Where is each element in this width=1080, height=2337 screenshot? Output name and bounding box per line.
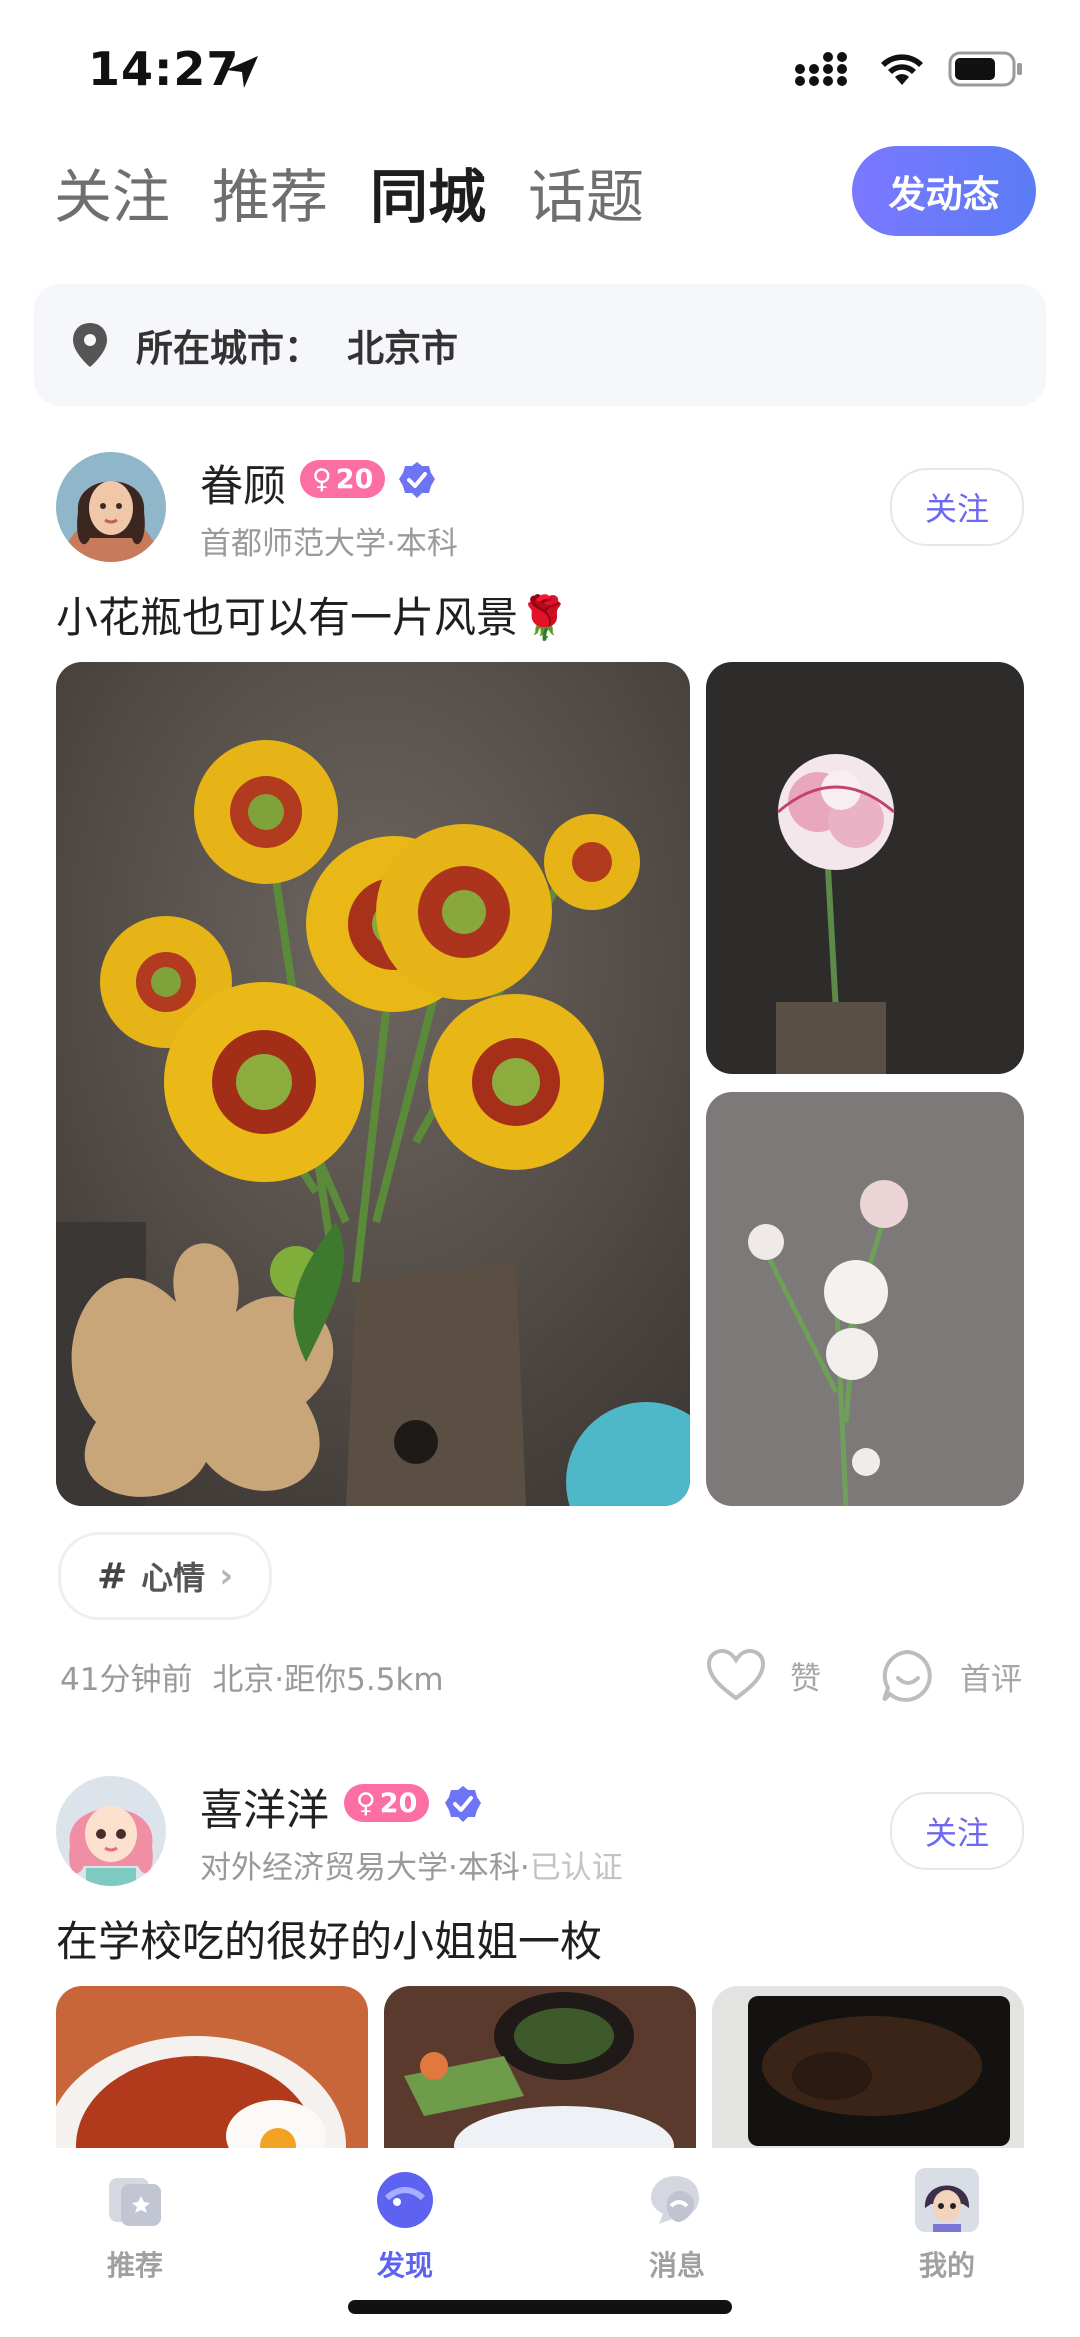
nav-recommend[interactable]: 推荐 bbox=[60, 2168, 210, 2284]
comment-label: 首评 bbox=[960, 1661, 1022, 1698]
profile-avatar-icon bbox=[915, 2168, 979, 2232]
comment-button[interactable]: 首评 bbox=[880, 1648, 1022, 1704]
post-image-food-3[interactable] bbox=[712, 1986, 1024, 2166]
feed-tabs: 关注 推荐 同城 话题 bbox=[54, 150, 644, 234]
post-content: 小花瓶也可以有一片风景🌹 bbox=[56, 593, 571, 642]
verified-badge-icon bbox=[399, 462, 435, 498]
post-time: 41分钟前 bbox=[60, 1662, 193, 1698]
heart-icon bbox=[706, 1648, 766, 1701]
message-icon bbox=[651, 2176, 699, 2224]
hashtag-icon: # bbox=[97, 1555, 128, 1597]
topic-label: 心情 bbox=[141, 1559, 206, 1597]
post-author-avatar[interactable] bbox=[56, 1776, 166, 1886]
city-value: 北京市 bbox=[347, 327, 458, 370]
age-value: 20 bbox=[335, 463, 374, 495]
city-label: 所在城市： bbox=[136, 327, 321, 370]
chevron-right-icon: › bbox=[219, 1556, 234, 1596]
wifi-icon bbox=[881, 54, 923, 85]
post-meta: 41分钟前 北京·距你5.5km bbox=[60, 1654, 444, 1699]
location-pin-icon bbox=[73, 323, 107, 367]
post-author-avatar[interactable] bbox=[56, 452, 166, 562]
tab-same-city[interactable]: 同城 bbox=[370, 150, 486, 234]
post-author-name[interactable]: 眷顾 bbox=[200, 452, 286, 514]
post-moment-button[interactable]: 发动态 bbox=[852, 146, 1036, 236]
status-icons bbox=[794, 50, 1024, 88]
location-arrow-icon bbox=[226, 56, 258, 88]
follow-button[interactable]: 关注 bbox=[890, 468, 1024, 546]
post-image-large[interactable] bbox=[56, 662, 690, 1506]
post-author-school: 对外经济贸易大学·本科·已认证 bbox=[200, 1842, 623, 1887]
gender-age-badge: ♀ 20 bbox=[344, 1784, 430, 1822]
female-icon: ♀ bbox=[312, 463, 332, 495]
verified-status: 已认证 bbox=[529, 1850, 623, 1886]
post-image-white-flowers[interactable] bbox=[706, 1092, 1024, 1506]
nav-discover[interactable]: 发现 bbox=[330, 2168, 480, 2284]
comment-icon bbox=[882, 1649, 932, 1702]
recommend-icon bbox=[109, 2178, 161, 2226]
home-indicator bbox=[348, 2300, 732, 2314]
follow-button[interactable]: 关注 bbox=[890, 1792, 1024, 1870]
cellular-signal-icon bbox=[795, 52, 847, 86]
city-selector[interactable]: 所在城市： 北京市 bbox=[34, 284, 1046, 406]
status-time: 14:27 bbox=[88, 42, 240, 96]
battery-icon bbox=[948, 51, 1022, 87]
post-author-name[interactable]: 喜洋洋 bbox=[200, 1776, 329, 1838]
nav-profile[interactable]: 我的 bbox=[872, 2168, 1022, 2284]
school-name: 对外经济贸易大学·本科· bbox=[200, 1850, 530, 1886]
like-label: 赞 bbox=[790, 1660, 821, 1697]
tab-topics[interactable]: 话题 bbox=[528, 150, 644, 234]
like-button[interactable]: 赞 bbox=[706, 1648, 821, 1702]
discover-icon bbox=[377, 2172, 433, 2228]
nav-label: 发现 bbox=[376, 2249, 433, 2282]
age-value: 20 bbox=[379, 1787, 418, 1819]
post-image-food-1[interactable] bbox=[56, 1986, 368, 2166]
gender-age-badge: ♀ 20 bbox=[300, 460, 386, 498]
tab-recommend[interactable]: 推荐 bbox=[212, 150, 328, 234]
post-image-food-2[interactable] bbox=[384, 1986, 696, 2166]
nav-label: 消息 bbox=[648, 2249, 705, 2282]
topic-tag[interactable]: # 心情 › bbox=[58, 1532, 273, 1620]
post-content: 在学校吃的很好的小姐姐一枚 bbox=[56, 1917, 603, 1966]
female-icon: ♀ bbox=[356, 1787, 376, 1819]
tab-follow[interactable]: 关注 bbox=[54, 150, 170, 234]
verified-badge-icon bbox=[445, 1786, 481, 1822]
nav-messages[interactable]: 消息 bbox=[602, 2168, 752, 2284]
post-image-carnation[interactable] bbox=[706, 662, 1024, 1074]
post-location: 北京·距你5.5km bbox=[212, 1662, 444, 1698]
nav-label: 我的 bbox=[918, 2249, 975, 2282]
post-author-school: 首都师范大学·本科 bbox=[200, 526, 458, 562]
nav-label: 推荐 bbox=[106, 2249, 163, 2282]
